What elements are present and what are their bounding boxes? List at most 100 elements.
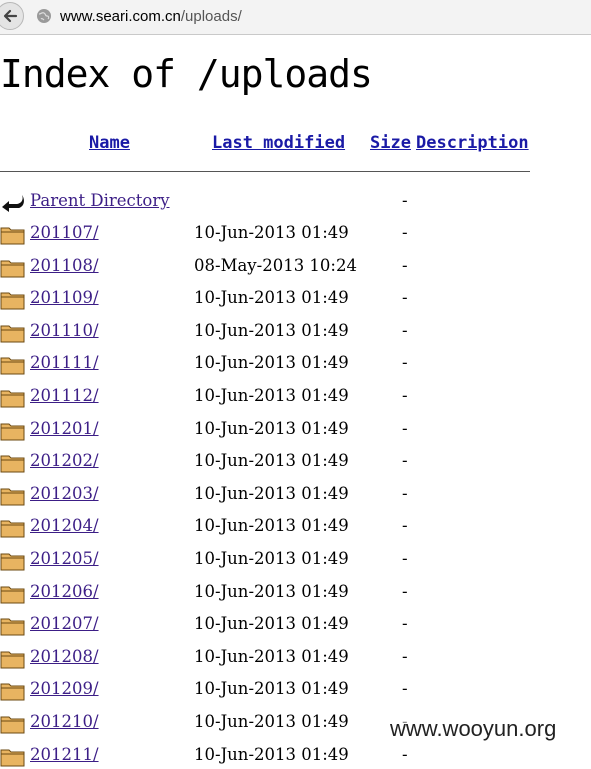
parent-directory-row: Parent Directory - xyxy=(0,191,591,215)
folder-link[interactable]: 201107/ xyxy=(30,223,99,242)
page-title: Index of /uploads xyxy=(0,52,373,96)
table-row: 201204/10-Jun-2013 01:49 - xyxy=(0,516,591,540)
size: - xyxy=(402,483,408,503)
size: - xyxy=(402,646,408,666)
size: - xyxy=(402,386,408,405)
back-button[interactable] xyxy=(0,2,24,30)
globe-icon xyxy=(37,9,51,23)
last-modified: 10-Jun-2013 01:49 xyxy=(194,679,349,699)
last-modified: 10-Jun-2013 01:49 xyxy=(194,646,349,666)
folder-icon xyxy=(0,683,25,701)
table-row: 201108/08-May-2013 10:24 - xyxy=(0,256,591,280)
folder-icon xyxy=(0,423,25,441)
last-modified: 10-Jun-2013 01:49 xyxy=(194,386,349,405)
last-modified: 10-Jun-2013 01:49 xyxy=(194,614,349,634)
folder-icon xyxy=(0,357,25,375)
folder-link[interactable]: 201207/ xyxy=(30,614,99,633)
folder-link[interactable]: 201211/ xyxy=(30,745,99,764)
last-modified: 10-Jun-2013 01:49 xyxy=(194,320,349,340)
sort-by-modified-link[interactable]: Last modified xyxy=(212,133,345,153)
last-modified: 10-Jun-2013 01:49 xyxy=(194,483,349,503)
watermark: www.wooyun.org xyxy=(386,716,561,742)
folder-link[interactable]: 201111/ xyxy=(30,353,99,372)
column-header-last-modified[interactable]: Last modified xyxy=(212,133,345,153)
table-row: 201208/10-Jun-2013 01:49 - xyxy=(0,647,591,671)
url-path: /uploads/ xyxy=(180,8,242,25)
table-row: 201205/10-Jun-2013 01:49 - xyxy=(0,549,591,573)
size: - xyxy=(402,320,408,340)
folder-icon xyxy=(0,390,25,408)
back-arrow-icon xyxy=(3,9,18,23)
last-modified: 10-Jun-2013 01:49 xyxy=(194,744,349,764)
last-modified: 10-Jun-2013 01:49 xyxy=(194,549,349,568)
folder-icon xyxy=(0,553,25,571)
folder-icon xyxy=(0,455,25,473)
last-modified: 10-Jun-2013 01:49 xyxy=(194,288,349,308)
folder-icon xyxy=(0,292,25,310)
last-modified: 10-Jun-2013 01:49 xyxy=(194,353,349,373)
folder-link[interactable]: 201110/ xyxy=(30,321,99,340)
size: - xyxy=(402,614,408,634)
size: - xyxy=(402,223,408,242)
folder-link[interactable]: 201202/ xyxy=(30,451,99,470)
folder-link[interactable]: 201204/ xyxy=(30,516,99,535)
parent-directory-link[interactable]: Parent Directory xyxy=(30,191,170,210)
folder-link[interactable]: 201109/ xyxy=(30,288,99,307)
parent-directory-icon xyxy=(2,195,24,212)
folder-link[interactable]: 201210/ xyxy=(30,712,99,731)
folder-link[interactable]: 201208/ xyxy=(30,647,99,666)
folder-icon xyxy=(0,325,25,343)
parent-size: - xyxy=(402,191,408,210)
folder-link[interactable]: 201205/ xyxy=(30,549,99,568)
size: - xyxy=(402,353,408,373)
folder-link[interactable]: 201203/ xyxy=(30,484,99,503)
table-row: 201201/10-Jun-2013 01:49 - xyxy=(0,419,591,443)
column-header-description[interactable]: Description xyxy=(416,133,529,153)
last-modified: 10-Jun-2013 01:49 xyxy=(194,451,349,471)
table-row: 201110/10-Jun-2013 01:49 - xyxy=(0,321,591,345)
address-bar[interactable]: www.seari.com.cn/uploads/ xyxy=(60,8,242,25)
column-header-size[interactable]: Size xyxy=(370,133,411,153)
folder-link[interactable]: 201108/ xyxy=(30,256,99,275)
sort-by-name-link[interactable]: Name xyxy=(89,133,130,153)
size: - xyxy=(402,744,408,764)
table-row: 201206/10-Jun-2013 01:49 - xyxy=(0,582,591,606)
table-row: 201203/10-Jun-2013 01:49 - xyxy=(0,484,591,508)
size: - xyxy=(402,549,408,568)
folder-link[interactable]: 201209/ xyxy=(30,679,99,698)
folder-icon xyxy=(0,716,25,734)
folder-icon xyxy=(0,749,25,767)
column-header-name[interactable]: Name xyxy=(89,133,130,153)
folder-icon xyxy=(0,227,25,245)
folder-icon xyxy=(0,520,25,538)
folder-icon xyxy=(0,586,25,604)
sort-by-description-link[interactable]: Description xyxy=(416,133,529,153)
folder-link[interactable]: 201206/ xyxy=(30,582,99,601)
table-row: 201109/10-Jun-2013 01:49 - xyxy=(0,288,591,312)
header-divider xyxy=(0,171,530,172)
folder-link[interactable]: 201201/ xyxy=(30,419,99,438)
size: - xyxy=(402,418,408,438)
table-row: 201112/10-Jun-2013 01:49 - xyxy=(0,386,591,410)
table-row: 201202/10-Jun-2013 01:49 - xyxy=(0,451,591,475)
browser-toolbar: www.seari.com.cn/uploads/ xyxy=(0,0,591,35)
folder-icon xyxy=(0,618,25,636)
size: - xyxy=(402,255,408,275)
last-modified: 10-Jun-2013 01:49 xyxy=(194,581,349,601)
size: - xyxy=(402,288,408,308)
size: - xyxy=(402,516,408,536)
table-row: 201107/10-Jun-2013 01:49 - xyxy=(0,223,591,247)
sort-by-size-link[interactable]: Size xyxy=(370,133,411,153)
last-modified: 10-Jun-2013 01:49 xyxy=(194,516,349,536)
folder-icon xyxy=(0,651,25,669)
last-modified: 08-May-2013 10:24 xyxy=(194,255,357,275)
last-modified: 10-Jun-2013 01:49 xyxy=(194,418,349,438)
folder-icon xyxy=(0,260,25,278)
folder-icon xyxy=(0,488,25,506)
size: - xyxy=(402,679,408,699)
folder-link[interactable]: 201112/ xyxy=(30,386,99,405)
last-modified: 10-Jun-2013 01:49 xyxy=(194,712,349,731)
table-row: 201209/10-Jun-2013 01:49 - xyxy=(0,679,591,703)
last-modified: 10-Jun-2013 01:49 xyxy=(194,223,349,242)
table-row: 201207/10-Jun-2013 01:49 - xyxy=(0,614,591,638)
